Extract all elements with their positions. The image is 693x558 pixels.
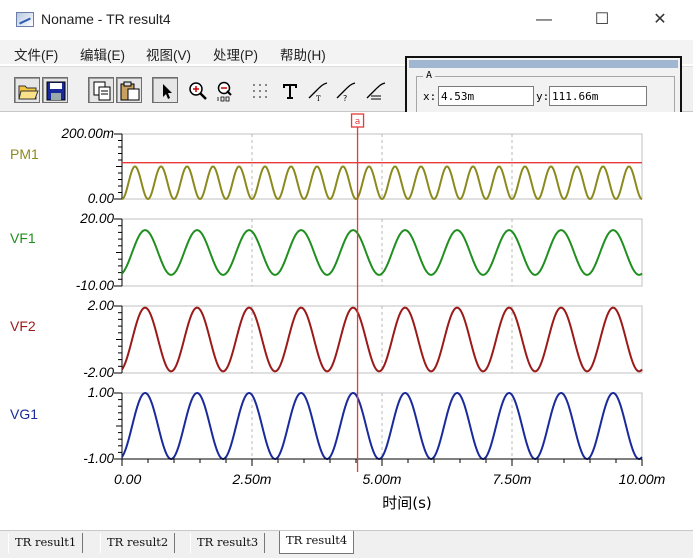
curve-tool-2-icon[interactable]: ? [332, 77, 358, 103]
x-tick-label: 0.00 [114, 471, 141, 487]
tab-tr-result4[interactable]: TR result4 [279, 531, 355, 554]
open-folder-icon[interactable] [14, 77, 40, 103]
readout-x-label: x: [423, 90, 437, 103]
x-tick-label: 5.00m [363, 471, 402, 487]
series-label-vg1: VG1 [10, 406, 38, 422]
cursor-readout-panel: A x: 4.53m y: 111.66m [405, 56, 682, 119]
readout-header [409, 60, 678, 68]
tab-tr-result2[interactable]: TR result2 [100, 533, 176, 553]
y-tick-label-top: 2.00 [87, 298, 115, 313]
readout-y-label: y: [536, 90, 550, 103]
y-tick-label-top: 1.00 [88, 385, 115, 400]
result-tabs: TR result1 TR result2 TR result3 TR resu… [0, 530, 693, 558]
menu-process[interactable]: 处理(P) [213, 44, 258, 64]
plot-area[interactable]: 200.00m 0.00 PM1 20.00 -10.00 VF1 2.00 -2.00 VF2… [0, 112, 693, 530]
menu-edit[interactable]: 编辑(E) [80, 44, 125, 64]
minimize-button[interactable]: — [521, 6, 567, 34]
zoom-in-icon[interactable] [184, 77, 210, 103]
series-label-vf2: VF2 [10, 318, 36, 334]
y-tick-label-bottom: -1.00 [83, 451, 114, 466]
y-tick-label-top: 200.00m [60, 126, 114, 141]
menu-view[interactable]: 视图(V) [146, 44, 191, 64]
save-icon[interactable] [42, 77, 68, 103]
tab-tr-result3[interactable]: TR result3 [190, 533, 266, 553]
series-label-vf1: VF1 [10, 230, 36, 246]
svg-text:T: T [316, 95, 321, 102]
cursor-handle-label: a [355, 117, 361, 127]
close-button[interactable]: ✕ [637, 6, 683, 34]
menu-help[interactable]: 帮助(H) [280, 44, 326, 64]
menu-file[interactable]: 文件(F) [14, 44, 58, 64]
y-tick-label-top: 20.00 [79, 211, 114, 226]
y-tick-label-bottom: -2.00 [83, 365, 114, 380]
readout-y-field[interactable]: 111.66m [549, 86, 647, 106]
window-title: Noname - TR result4 [41, 11, 171, 27]
app-icon [16, 12, 34, 27]
tab-tr-result1[interactable]: TR result1 [8, 533, 84, 553]
paste-icon[interactable] [116, 77, 142, 103]
copy-icon[interactable] [88, 77, 114, 103]
x-tick-label: 2.50m [232, 471, 272, 487]
left-edge [0, 112, 6, 530]
y-tick-label-bottom: -10.00 [76, 278, 115, 293]
curve-tool-3-icon[interactable] [362, 77, 388, 103]
grid-icon[interactable] [246, 77, 272, 103]
pointer-icon[interactable] [152, 77, 178, 103]
curve-tool-1-icon[interactable]: T [304, 77, 330, 103]
x-tick-label: 7.50m [493, 471, 532, 487]
series-label-pm1: PM1 [10, 146, 39, 162]
y-tick-label-bottom: 0.00 [88, 191, 115, 206]
x-tick-label: 10.00m [619, 471, 666, 487]
title-bar: Noname - TR result4 — ☐ ✕ [0, 0, 693, 40]
text-icon[interactable] [276, 77, 302, 103]
readout-cursor-label: A [423, 70, 436, 81]
readout-x-field[interactable]: 4.53m [438, 86, 534, 106]
waveform-plot[interactable]: 200.00m 0.00 PM1 20.00 -10.00 VF1 2.00 -2.00 VF2… [0, 112, 693, 530]
zoom-100-icon[interactable] [212, 77, 238, 103]
svg-text:?: ? [343, 94, 347, 102]
maximize-button[interactable]: ☐ [579, 6, 625, 34]
x-axis-label: 时间(s) [382, 494, 432, 512]
